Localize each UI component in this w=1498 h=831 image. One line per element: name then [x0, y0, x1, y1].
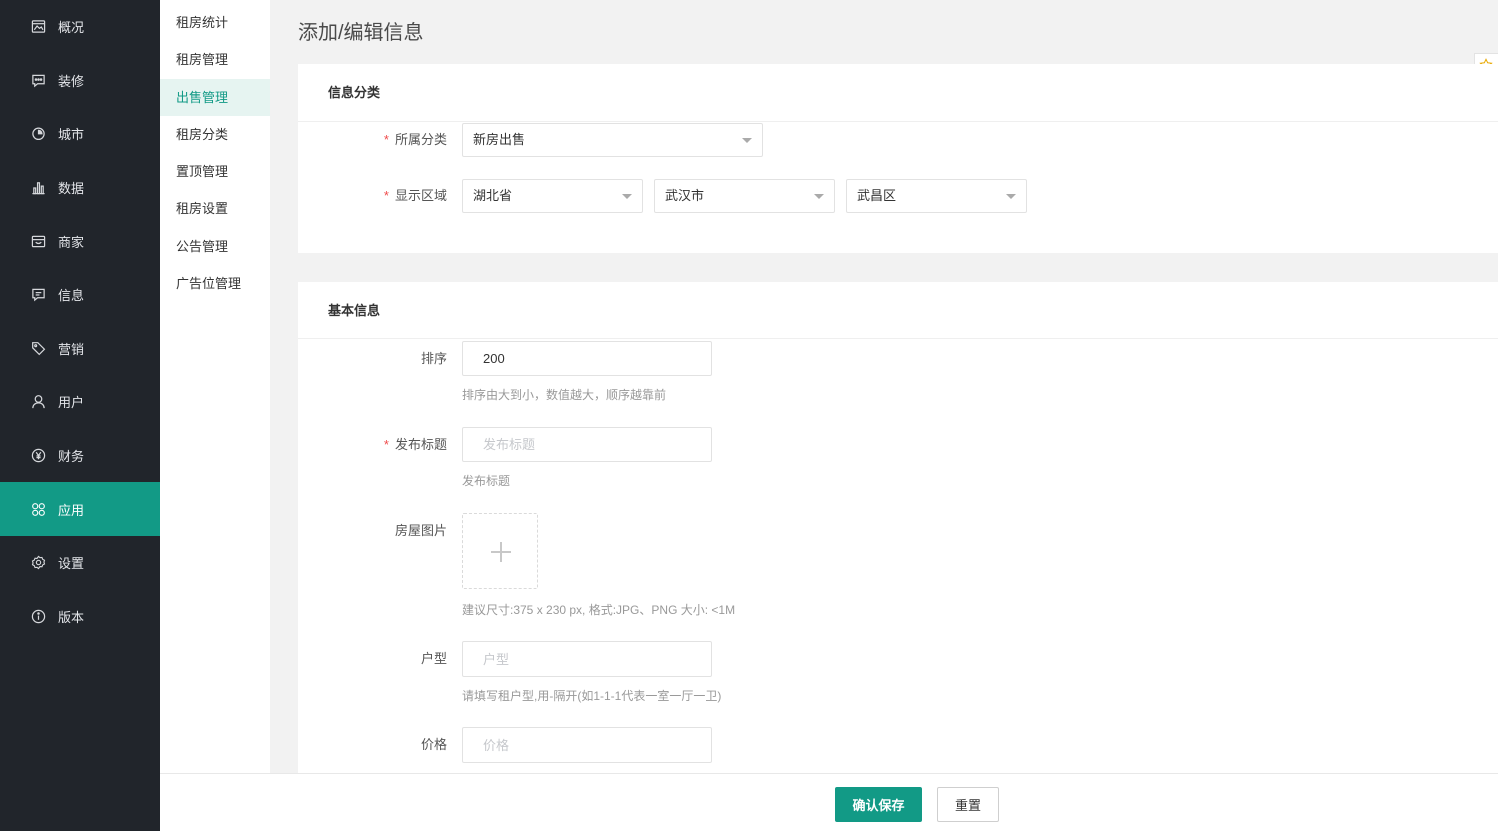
sidebar-item-info[interactable]: 信息: [0, 268, 160, 322]
house-image-upload[interactable]: [462, 513, 538, 589]
sidebar-item-merchant[interactable]: 商家: [0, 214, 160, 268]
house-image-help: 建议尺寸:375 x 230 px, 格式:JPG、PNG 大小: <1M: [462, 603, 736, 617]
category-label-text: 所属分类: [394, 132, 447, 147]
subnav-item-rental-manage[interactable]: 租房管理: [160, 41, 270, 78]
district-select[interactable]: 武昌区: [846, 179, 1027, 213]
image-icon: [31, 19, 46, 34]
sidebar-item-label: 财务: [58, 449, 85, 465]
subnav-item-rental-category[interactable]: 租房分类: [160, 116, 270, 153]
price-input[interactable]: [462, 727, 712, 763]
plus-icon: [491, 542, 511, 562]
chat-icon: [31, 287, 46, 302]
sub-navigation: 租房统计 租房管理 出售管理 租房分类 置顶管理 租房设置 公告管理 广告位管理: [160, 0, 270, 773]
layout-label: 户型: [420, 651, 447, 666]
sidebar-item-settings[interactable]: 设置: [0, 536, 160, 590]
user-icon: [31, 394, 46, 409]
bar-chart-icon: [31, 180, 46, 195]
sidebar-item-label: 商家: [58, 234, 85, 250]
required-mark: *: [383, 188, 389, 203]
price-label: 价格: [420, 737, 447, 752]
category-select[interactable]: 新房出售: [462, 123, 763, 157]
post-title-label-text: 发布标题: [394, 437, 447, 452]
sidebar-item-label: 用户: [58, 395, 85, 411]
province-select-value: 湖北省: [473, 188, 513, 203]
store-card-icon: [31, 234, 46, 249]
caret-down-icon: [742, 138, 752, 143]
caret-down-icon: [814, 194, 824, 199]
page-title: 添加/编辑信息: [298, 22, 424, 44]
subnav-item-rental-settings[interactable]: 租房设置: [160, 190, 270, 227]
apps-icon: [31, 502, 46, 517]
city-select[interactable]: 武汉市: [654, 179, 835, 213]
category-select-value: 新房出售: [473, 132, 526, 147]
caret-down-icon: [1006, 194, 1016, 199]
city-select-value: 武汉市: [665, 188, 705, 203]
basic-info-card: 基本信息 排序 排序由大到小，数值越大，顺序越靠前 * 发布标题 发布标题 房屋图…: [298, 282, 1498, 773]
sidebar-item-label: 设置: [58, 556, 85, 572]
sidebar-item-version[interactable]: 版本: [0, 590, 160, 644]
subnav-item-pin-manage[interactable]: 置顶管理: [160, 153, 270, 190]
subnav-item-notice-manage[interactable]: 公告管理: [160, 228, 270, 265]
sort-input[interactable]: [462, 341, 712, 376]
sidebar-item-data[interactable]: 数据: [0, 161, 160, 215]
sort-help: 排序由大到小，数值越大，顺序越靠前: [462, 388, 667, 402]
sidebar-item-label: 装修: [58, 73, 85, 89]
subnav-item-rental-stats[interactable]: 租房统计: [160, 4, 270, 41]
sidebar-item-overview[interactable]: 概况: [0, 0, 160, 54]
house-image-label: 房屋图片: [394, 523, 447, 538]
sidebar-item-city[interactable]: 城市: [0, 107, 160, 161]
sidebar-item-label: 城市: [58, 127, 85, 143]
region-label: * 显示区域: [298, 179, 447, 213]
form-footer: 确认保存 重置: [160, 773, 1498, 831]
required-mark: *: [383, 437, 389, 452]
sidebar-item-label: 概况: [58, 20, 85, 36]
subnav-item-sale-manage[interactable]: 出售管理: [160, 78, 270, 116]
sidebar-item-user[interactable]: 用户: [0, 375, 160, 429]
province-select[interactable]: 湖北省: [462, 179, 643, 213]
category-label: * 所属分类: [298, 123, 447, 157]
category-card: 信息分类 * 所属分类 新房出售 * 显示区域 湖北省 武汉市 武昌区: [298, 64, 1498, 253]
info-circle-icon: [31, 609, 46, 624]
sort-label: 排序: [420, 351, 447, 366]
reset-button[interactable]: 重置: [937, 787, 999, 822]
save-button[interactable]: 确认保存: [835, 787, 922, 822]
sidebar-item-marketing[interactable]: 营销: [0, 322, 160, 376]
required-mark: *: [383, 132, 389, 147]
pie-clock-icon: [31, 126, 46, 141]
sidebar-item-label: 应用: [58, 502, 85, 518]
sidebar-item-label: 版本: [58, 609, 85, 625]
sidebar-item-label: 数据: [58, 181, 85, 197]
basic-info-card-title: 基本信息: [298, 282, 1498, 339]
layout-help: 请填写租户型,用-隔开(如1-1-1代表一室一厅一卫): [462, 689, 722, 703]
sidebar-item-decoration[interactable]: 装修: [0, 54, 160, 108]
yen-circle-icon: [31, 448, 46, 463]
sidebar-item-finance[interactable]: 财务: [0, 429, 160, 483]
category-card-title: 信息分类: [298, 64, 1498, 122]
gear-icon: [31, 555, 46, 570]
subnav-item-ad-slot-manage[interactable]: 广告位管理: [160, 265, 270, 302]
tag-icon: [31, 341, 46, 356]
sidebar-item-label: 营销: [58, 341, 85, 357]
main-sidebar: 概况 装修 城市 数据 商家 信息 营销 用户 财务 应用 设置 版本: [0, 0, 160, 831]
district-select-value: 武昌区: [857, 188, 897, 203]
message-square-icon: [31, 73, 46, 88]
sidebar-item-label: 信息: [58, 288, 85, 304]
sidebar-item-apps[interactable]: 应用: [0, 482, 160, 536]
post-title-input[interactable]: [462, 427, 712, 462]
post-title-help: 发布标题: [462, 474, 511, 488]
post-title-label: * 发布标题: [298, 427, 447, 462]
layout-input[interactable]: [462, 641, 712, 677]
region-label-text: 显示区域: [394, 188, 447, 203]
caret-down-icon: [622, 194, 632, 199]
